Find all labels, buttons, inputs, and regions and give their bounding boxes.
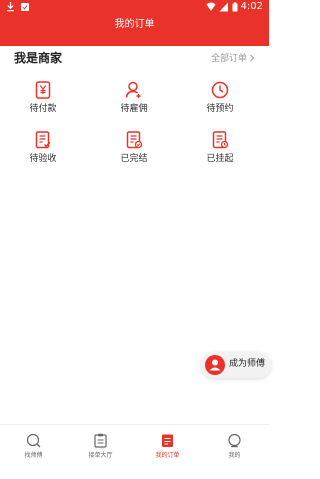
status-bar: 4:02 — [0, 0, 269, 14]
order-item-label: 待预约 — [206, 104, 234, 114]
hire-icon — [125, 81, 141, 98]
app-header: 4:02 我的订单 — [0, 0, 269, 46]
page-title: 我的订单 — [114, 19, 155, 30]
order-icon — [162, 434, 173, 447]
all-orders-label: 全部订单 — [210, 54, 247, 64]
order-item-label: 待验收 — [29, 154, 57, 164]
tab-my-orders[interactable]: 我的订单 — [134, 431, 201, 471]
battery-icon — [232, 2, 238, 12]
section-title: 我是商家 — [14, 51, 63, 65]
clipboard-icon — [94, 433, 107, 448]
tab-find-master[interactable]: 找师傅 — [0, 431, 67, 471]
wifi-icon — [206, 2, 216, 11]
download-icon — [7, 2, 14, 12]
order-item-pending-hire[interactable]: 待雇佣 — [94, 72, 174, 122]
order-item-label: 已挂起 — [206, 154, 234, 164]
chevron-right-icon — [250, 54, 255, 61]
status-left — [6, 2, 30, 12]
order-item-pending-appointment[interactable]: 待预约 — [180, 72, 260, 122]
order-item-suspended[interactable]: 已挂起 — [180, 122, 260, 172]
bottom-navigation: 找师傅 接单大厅 我的订单 我的 — [0, 424, 269, 479]
order-item-completed[interactable]: 已完结 — [94, 122, 174, 172]
status-time: 4:02 — [240, 1, 263, 12]
user-icon — [205, 355, 225, 375]
order-item-pending-acceptance[interactable]: 待验收 — [3, 122, 83, 172]
tab-profile[interactable]: 我的 — [201, 431, 268, 471]
tab-label: 我的 — [228, 452, 241, 459]
tab-order-hall[interactable]: 接单大厅 — [67, 431, 134, 471]
suspended-icon — [212, 131, 229, 149]
search-icon — [26, 433, 41, 448]
order-item-label: 待雇佣 — [120, 104, 148, 114]
clock-icon — [211, 81, 229, 99]
completed-icon — [126, 131, 143, 149]
acceptance-icon — [35, 131, 51, 149]
payment-icon — [35, 81, 51, 99]
become-master-button[interactable]: 成为师傅 — [201, 352, 271, 378]
notification-icon — [21, 3, 29, 11]
tab-label: 我的订单 — [155, 452, 180, 459]
order-item-pending-payment[interactable]: 待付款 — [3, 72, 83, 122]
tab-label: 接单大厅 — [88, 452, 113, 459]
status-right: 4:02 — [206, 1, 263, 13]
all-orders-link[interactable]: 全部订单 — [211, 51, 255, 64]
profile-icon — [228, 433, 241, 448]
order-item-label: 已完结 — [120, 154, 148, 164]
signal-icon — [219, 2, 228, 12]
order-item-label: 待付款 — [29, 104, 57, 114]
tab-label: 找师傅 — [24, 452, 43, 459]
become-master-label: 成为师傅 — [229, 359, 266, 369]
